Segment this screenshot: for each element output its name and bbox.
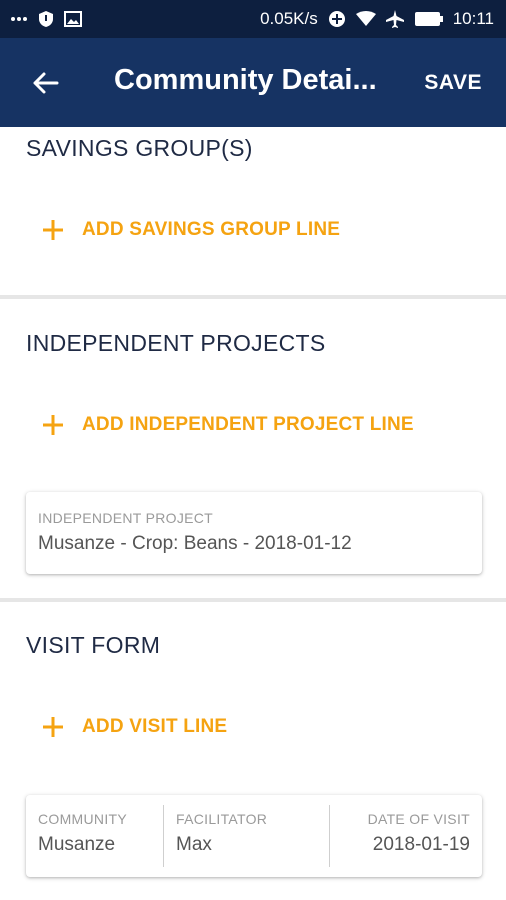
plus-icon <box>40 217 66 243</box>
card-value-date-of-visit: 2018-01-19 <box>372 834 470 855</box>
card-label-community: COMMUNITY <box>38 811 128 827</box>
section-title-projects: INDEPENDENT PROJECTS <box>26 330 326 356</box>
visit-col-community: COMMUNITY Musanze <box>26 795 163 877</box>
add-savings-group-label: ADD SAVINGS GROUP LINE <box>82 219 341 240</box>
form-content[interactable]: SAVINGS GROUP(S) ADD SAVINGS GROUP LINE … <box>0 127 506 900</box>
add-independent-project-button[interactable]: ADD INDEPENDENT PROJECT LINE <box>40 412 414 438</box>
app-bar: Community Detai... SAVE <box>0 38 506 127</box>
card-label-independent-project: INDEPENDENT PROJECT <box>38 510 214 526</box>
plus-icon <box>40 714 66 740</box>
save-button[interactable]: SAVE <box>424 71 482 95</box>
wifi-icon <box>355 11 376 27</box>
visit-col-facilitator: FACILITATOR Max <box>164 795 329 877</box>
plus-icon <box>40 412 66 438</box>
airplane-icon <box>385 9 405 29</box>
section-divider <box>0 598 506 602</box>
back-button[interactable] <box>28 68 62 98</box>
card-value-facilitator: Max <box>176 834 212 855</box>
card-label-facilitator: FACILITATOR <box>176 811 268 827</box>
status-bar: 0.05K/s 10:11 <box>0 0 506 38</box>
visit-card-columns: COMMUNITY Musanze FACILITATOR Max DATE O… <box>26 795 482 877</box>
section-title-visit: VISIT FORM <box>26 632 161 658</box>
card-value-community: Musanze <box>38 834 116 855</box>
status-left <box>10 10 82 28</box>
independent-project-card[interactable]: INDEPENDENT PROJECT Musanze - Crop: Bean… <box>26 492 482 574</box>
add-independent-project-label: ADD INDEPENDENT PROJECT LINE <box>82 414 414 435</box>
image-icon <box>64 11 82 27</box>
more-dots-icon <box>10 16 28 22</box>
card-label-date-of-visit: DATE OF VISIT <box>367 811 470 827</box>
visit-card[interactable]: COMMUNITY Musanze FACILITATOR Max DATE O… <box>26 795 482 877</box>
arrow-left-icon <box>33 72 59 94</box>
sync-icon <box>327 9 347 29</box>
shield-icon <box>38 10 54 28</box>
page-title: Community Detai... <box>114 64 377 96</box>
section-title-savings: SAVINGS GROUP(S) <box>26 135 253 161</box>
clock: 10:11 <box>452 9 494 28</box>
add-visit-line-label: ADD VISIT LINE <box>82 716 228 737</box>
status-right: 0.05K/s 10:11 <box>260 9 494 29</box>
add-savings-group-button[interactable]: ADD SAVINGS GROUP LINE <box>40 217 340 243</box>
visit-col-date: DATE OF VISIT 2018-01-19 <box>330 795 482 877</box>
add-visit-line-button[interactable]: ADD VISIT LINE <box>40 714 227 740</box>
section-divider <box>0 295 506 299</box>
card-value-independent-project: Musanze - Crop: Beans - 2018-01-12 <box>38 533 352 554</box>
battery-icon <box>414 11 444 27</box>
network-speed: 0.05K/s <box>260 9 318 28</box>
